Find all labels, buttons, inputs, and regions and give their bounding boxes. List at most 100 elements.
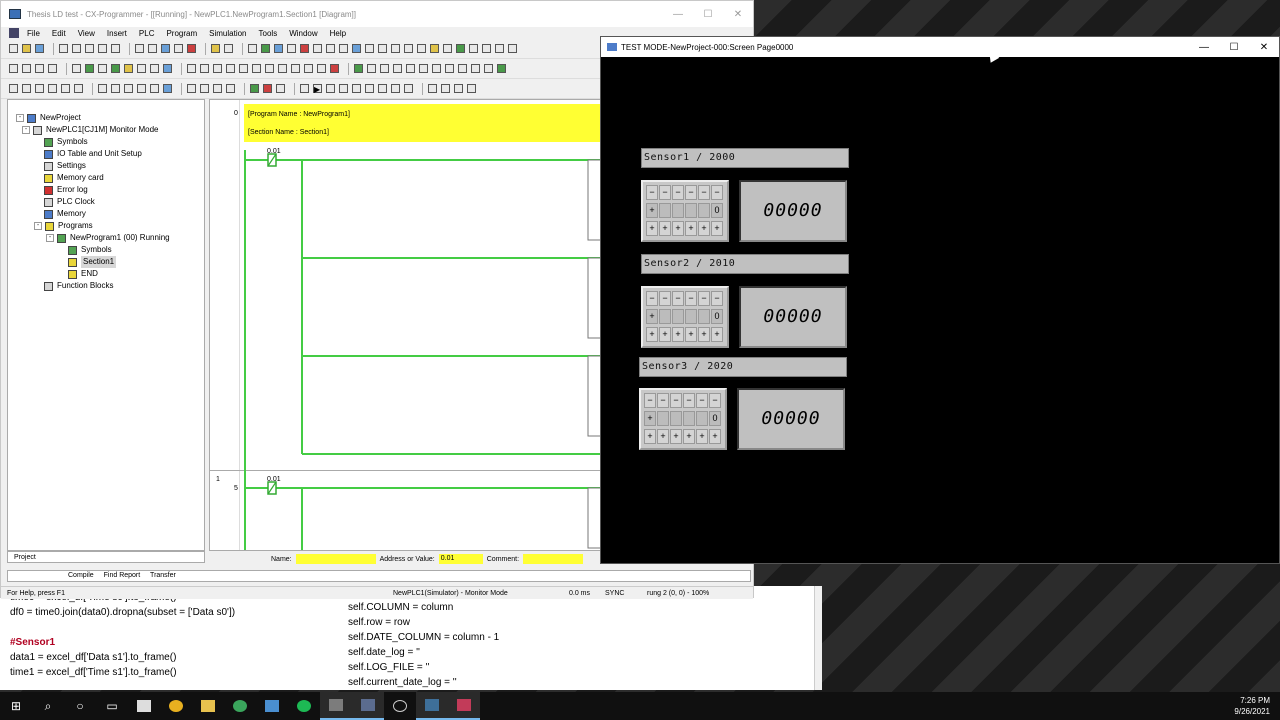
closed-coil-icon[interactable]: [278, 64, 287, 73]
menu-tools[interactable]: Tools: [259, 29, 278, 38]
chrome-icon[interactable]: [160, 692, 192, 720]
next-bookmark-icon[interactable]: [111, 84, 120, 93]
send-changes-icon[interactable]: [378, 44, 387, 53]
st-icon[interactable]: [419, 64, 428, 73]
compile-all-icon[interactable]: [367, 64, 376, 73]
task-icon[interactable]: [393, 64, 402, 73]
tree-memory[interactable]: Memory: [16, 208, 204, 220]
menu-simulation[interactable]: Simulation: [209, 29, 246, 38]
pause-monitor-icon[interactable]: [263, 84, 272, 93]
fb-icon[interactable]: [406, 64, 415, 73]
tab-find-report[interactable]: Find Report: [104, 572, 141, 579]
step-in-icon[interactable]: [365, 84, 374, 93]
new-icon[interactable]: [9, 44, 18, 53]
tab-project[interactable]: Project: [7, 551, 205, 563]
app-blue-icon[interactable]: [256, 692, 288, 720]
clock-app-icon[interactable]: [384, 692, 416, 720]
tree-memory-card[interactable]: Memory card: [16, 172, 204, 184]
name-field[interactable]: [295, 554, 376, 564]
line-connect-icon[interactable]: [317, 64, 326, 73]
cx-designer-icon[interactable]: [320, 692, 352, 720]
cross-reference-icon[interactable]: [187, 44, 196, 53]
trigger-icon[interactable]: [276, 84, 285, 93]
project-tree-panel[interactable]: - NewProject - NewPLC1[CJ1M] Monitor Mode …: [7, 99, 205, 551]
horizontal-line-icon[interactable]: [252, 64, 261, 73]
compile-icon[interactable]: [354, 64, 363, 73]
minimize-icon[interactable]: —: [663, 9, 693, 20]
section-icon[interactable]: [445, 64, 454, 73]
tree-plc-clock[interactable]: PLC Clock: [16, 196, 204, 208]
menu-help[interactable]: Help: [330, 29, 346, 38]
address-ref-icon[interactable]: [74, 84, 83, 93]
tree-function-blocks[interactable]: Function Blocks: [16, 280, 204, 292]
sfc-icon[interactable]: [432, 64, 441, 73]
menu-program[interactable]: Program: [166, 29, 197, 38]
clear-breakpoints-icon[interactable]: [441, 84, 450, 93]
redo-icon[interactable]: [148, 44, 157, 53]
zoom-icon[interactable]: [9, 64, 18, 73]
cascade-icon[interactable]: [22, 84, 31, 93]
monitor-diagram-icon[interactable]: [111, 64, 120, 73]
force-icon[interactable]: [471, 64, 480, 73]
file-explorer-icon[interactable]: [192, 692, 224, 720]
clock-icon[interactable]: [443, 44, 452, 53]
delete-icon[interactable]: [330, 64, 339, 73]
vertical-scrollbar[interactable]: [814, 586, 822, 690]
link-icon[interactable]: [458, 64, 467, 73]
system-clock[interactable]: 7:26 PM 9/26/2021: [1234, 695, 1270, 717]
ladder-diagram[interactable]: 0 1 5 [Program Name : NewProgram1] [Sect…: [209, 99, 601, 551]
run-mode-icon[interactable]: [300, 44, 309, 53]
properties-icon[interactable]: [508, 44, 517, 53]
io-comment-icon[interactable]: [150, 64, 159, 73]
menu-file[interactable]: File: [27, 29, 40, 38]
plc-settings-icon[interactable]: [404, 44, 413, 53]
project-icon[interactable]: [35, 84, 44, 93]
tree-io-table[interactable]: IO Table and Unit Setup: [16, 148, 204, 160]
tree-settings[interactable]: Settings: [16, 160, 204, 172]
data-trace-icon[interactable]: [456, 44, 465, 53]
undo-icon[interactable]: [135, 44, 144, 53]
print-icon[interactable]: [59, 44, 68, 53]
io-table-icon[interactable]: [391, 44, 400, 53]
contact-icon[interactable]: [200, 64, 209, 73]
tab-transfer[interactable]: Transfer: [150, 572, 176, 579]
copy-icon[interactable]: [98, 44, 107, 53]
select-icon[interactable]: [187, 64, 196, 73]
signed-icon[interactable]: [226, 84, 235, 93]
close-icon[interactable]: ✕: [723, 9, 753, 20]
save-icon[interactable]: [35, 44, 44, 53]
replace-icon[interactable]: [174, 44, 183, 53]
menu-window[interactable]: Window: [289, 29, 317, 38]
breakpoint-list-icon[interactable]: [454, 84, 463, 93]
thumbwheel-switch[interactable]: − − − − − − +0 + + + + + +: [641, 180, 729, 242]
address-field[interactable]: 0.01: [438, 554, 483, 564]
prev-bookmark-icon[interactable]: [124, 84, 133, 93]
program-mode-icon[interactable]: [274, 44, 283, 53]
error-log-icon[interactable]: [430, 44, 439, 53]
mnemonic-icon[interactable]: [163, 64, 172, 73]
find-icon[interactable]: [161, 44, 170, 53]
coil-icon[interactable]: [265, 64, 274, 73]
bookmark-icon[interactable]: [98, 84, 107, 93]
hex-icon[interactable]: [213, 84, 222, 93]
vertical-line-icon[interactable]: [239, 64, 248, 73]
decimal-icon[interactable]: [200, 84, 209, 93]
file-app-icon[interactable]: [128, 692, 160, 720]
binary-icon[interactable]: [187, 84, 196, 93]
online-edit-icon[interactable]: [352, 44, 361, 53]
time-chart-icon[interactable]: [469, 44, 478, 53]
debug-mode-icon[interactable]: [287, 44, 296, 53]
paste-icon[interactable]: [111, 44, 120, 53]
tree-error-log[interactable]: Error log: [16, 184, 204, 196]
comment-field[interactable]: [523, 554, 584, 564]
variable-icon[interactable]: [137, 64, 146, 73]
clear-bookmark-icon[interactable]: [137, 84, 146, 93]
tree-section1[interactable]: Section1: [16, 256, 204, 268]
step-icon[interactable]: [352, 84, 361, 93]
cancel-edit-icon[interactable]: [365, 44, 374, 53]
compare-icon[interactable]: [339, 44, 348, 53]
output-window-icon[interactable]: [495, 44, 504, 53]
instruction-icon[interactable]: [291, 64, 300, 73]
grid-icon[interactable]: [72, 64, 81, 73]
menu-insert[interactable]: Insert: [107, 29, 127, 38]
